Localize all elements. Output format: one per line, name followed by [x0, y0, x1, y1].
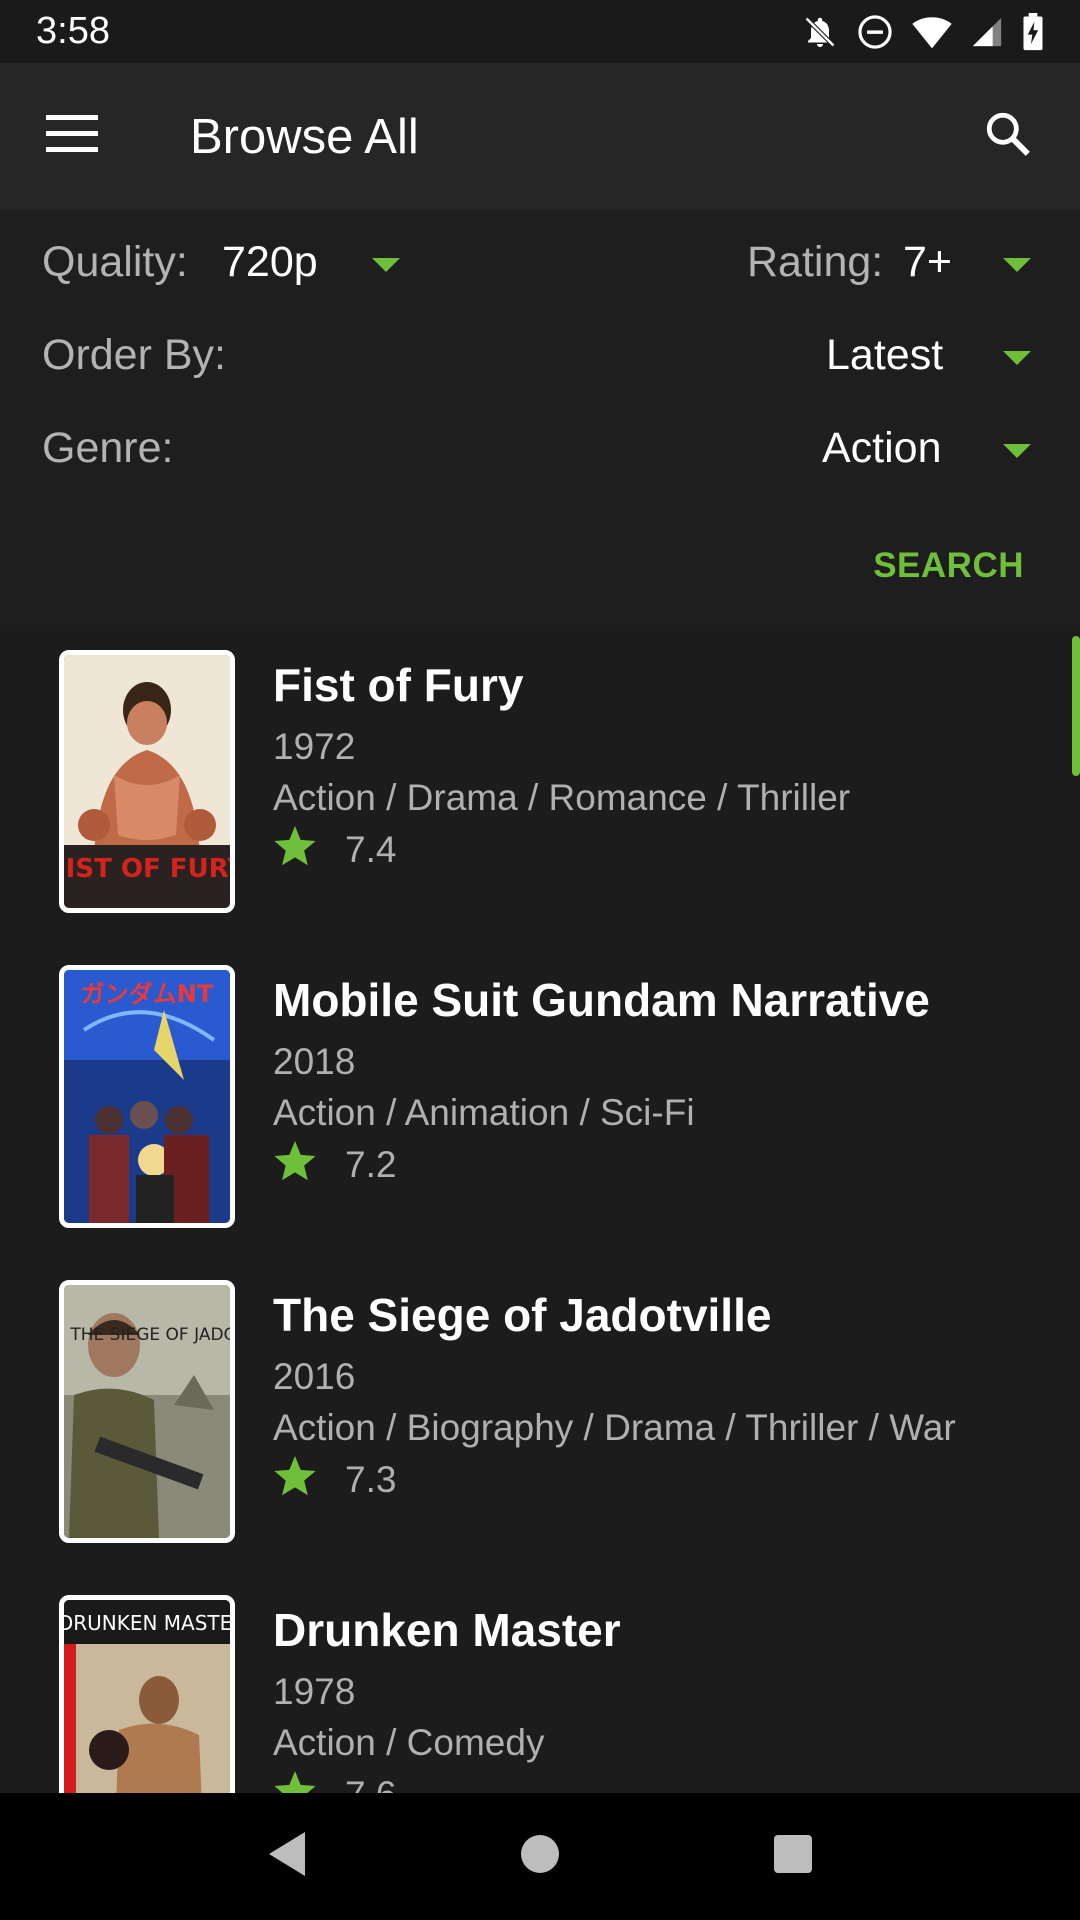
movie-year: 2018 [273, 1041, 356, 1082]
movie-rating: 7.3 [273, 1456, 396, 1503]
star-icon [273, 1771, 317, 1793]
movie-title: Fist of Fury [273, 659, 524, 711]
poster-image: DRUNKEN MASTER [59, 1595, 235, 1793]
rating-label: Rating: [747, 238, 884, 286]
star-icon [273, 1141, 317, 1188]
rating-value: 7.4 [345, 828, 397, 870]
home-icon [520, 1834, 560, 1879]
rating-value: 7.6 [345, 1774, 396, 1794]
star-icon [273, 1456, 317, 1503]
order-by-dropdown[interactable]: Latest [826, 331, 943, 380]
back-icon [265, 1830, 309, 1883]
star-icon [273, 826, 317, 873]
rating-dropdown[interactable]: 7+ [903, 238, 952, 287]
movie-genres: Action / Comedy [273, 1722, 545, 1763]
quality-chevron-down-icon[interactable] [372, 258, 400, 272]
search-submit-button[interactable]: SEARCH [873, 546, 1024, 586]
do-not-disturb-icon [856, 13, 894, 51]
poster-image: THE SIEGE OF JADOTVILLE [59, 1280, 235, 1543]
status-time: 3:58 [36, 10, 110, 52]
rating-chevron-down-icon[interactable] [1003, 258, 1031, 272]
list-item[interactable]: DRUNKEN MASTER Drunken Master 1978 Actio… [0, 1575, 1080, 1793]
movie-rating: 7.4 [273, 826, 396, 873]
page-title: Browse All [190, 109, 419, 164]
order-by-chevron-down-icon[interactable] [1003, 351, 1031, 365]
poster-image: FIST OF FURY [59, 650, 235, 913]
movie-title: Drunken Master [273, 1604, 621, 1656]
movie-genres: Action / Drama / Romance / Thriller [273, 777, 851, 818]
poster-title-text: FIST OF FURY [64, 854, 230, 884]
battery-charging-icon [1022, 12, 1044, 51]
search-icon [983, 109, 1033, 164]
menu-icon [46, 115, 98, 158]
wifi-icon [912, 14, 952, 50]
list-item[interactable]: FIST OF FURY Fist of Fury 1972 Action / … [0, 630, 1080, 945]
movie-year: 2016 [273, 1356, 356, 1397]
app-toolbar: Browse All [0, 63, 1080, 210]
movie-list[interactable]: FIST OF FURY Fist of Fury 1972 Action / … [0, 630, 1080, 1793]
system-nav-bar [0, 1793, 1080, 1920]
home-button[interactable] [500, 1817, 580, 1897]
poster-title-text: THE SIEGE OF JADOTVILLE [69, 1325, 230, 1345]
filter-panel: Quality: 720p Rating: 7+ Order By: Lates… [0, 210, 1080, 630]
genre-dropdown[interactable]: Action [822, 424, 942, 473]
back-button[interactable] [247, 1817, 327, 1897]
movie-year: 1972 [273, 726, 356, 767]
poster-image: ガンダムNT [59, 965, 235, 1228]
quality-label: Quality: [42, 238, 188, 286]
poster-title-text: DRUNKEN MASTER [64, 1611, 230, 1635]
movie-title: The Siege of Jadotville [273, 1289, 772, 1341]
rating-value: 7.2 [345, 1143, 397, 1185]
movie-genres: Action / Biography / Drama / Thriller / … [273, 1407, 956, 1448]
list-item[interactable]: THE SIEGE OF JADOTVILLE The Siege of Jad… [0, 1260, 1080, 1575]
movie-rating: 7.6 [273, 1771, 396, 1793]
movie-rating: 7.2 [273, 1141, 396, 1188]
recents-button[interactable] [753, 1817, 833, 1897]
movie-genres: Action / Animation / Sci-Fi [273, 1092, 695, 1133]
status-bar: 3:58 [0, 0, 1080, 63]
genre-chevron-down-icon[interactable] [1003, 444, 1031, 458]
movie-year: 1978 [273, 1671, 356, 1712]
list-item[interactable]: ガンダムNT Mobile Suit Gundam Narrative 2018… [0, 945, 1080, 1260]
status-icons [802, 12, 1044, 51]
movie-title: Mobile Suit Gundam Narrative [273, 974, 930, 1026]
poster-title-text: ガンダムNT [81, 980, 214, 1008]
notifications-off-icon [802, 13, 838, 51]
menu-button[interactable] [36, 101, 108, 173]
signal-icon [970, 14, 1004, 50]
genre-label: Genre: [42, 424, 174, 472]
rating-value: 7.3 [345, 1458, 397, 1500]
order-by-label: Order By: [42, 331, 226, 379]
recents-icon [773, 1834, 813, 1879]
quality-dropdown[interactable]: 720p [222, 238, 318, 287]
search-button[interactable] [972, 100, 1044, 172]
